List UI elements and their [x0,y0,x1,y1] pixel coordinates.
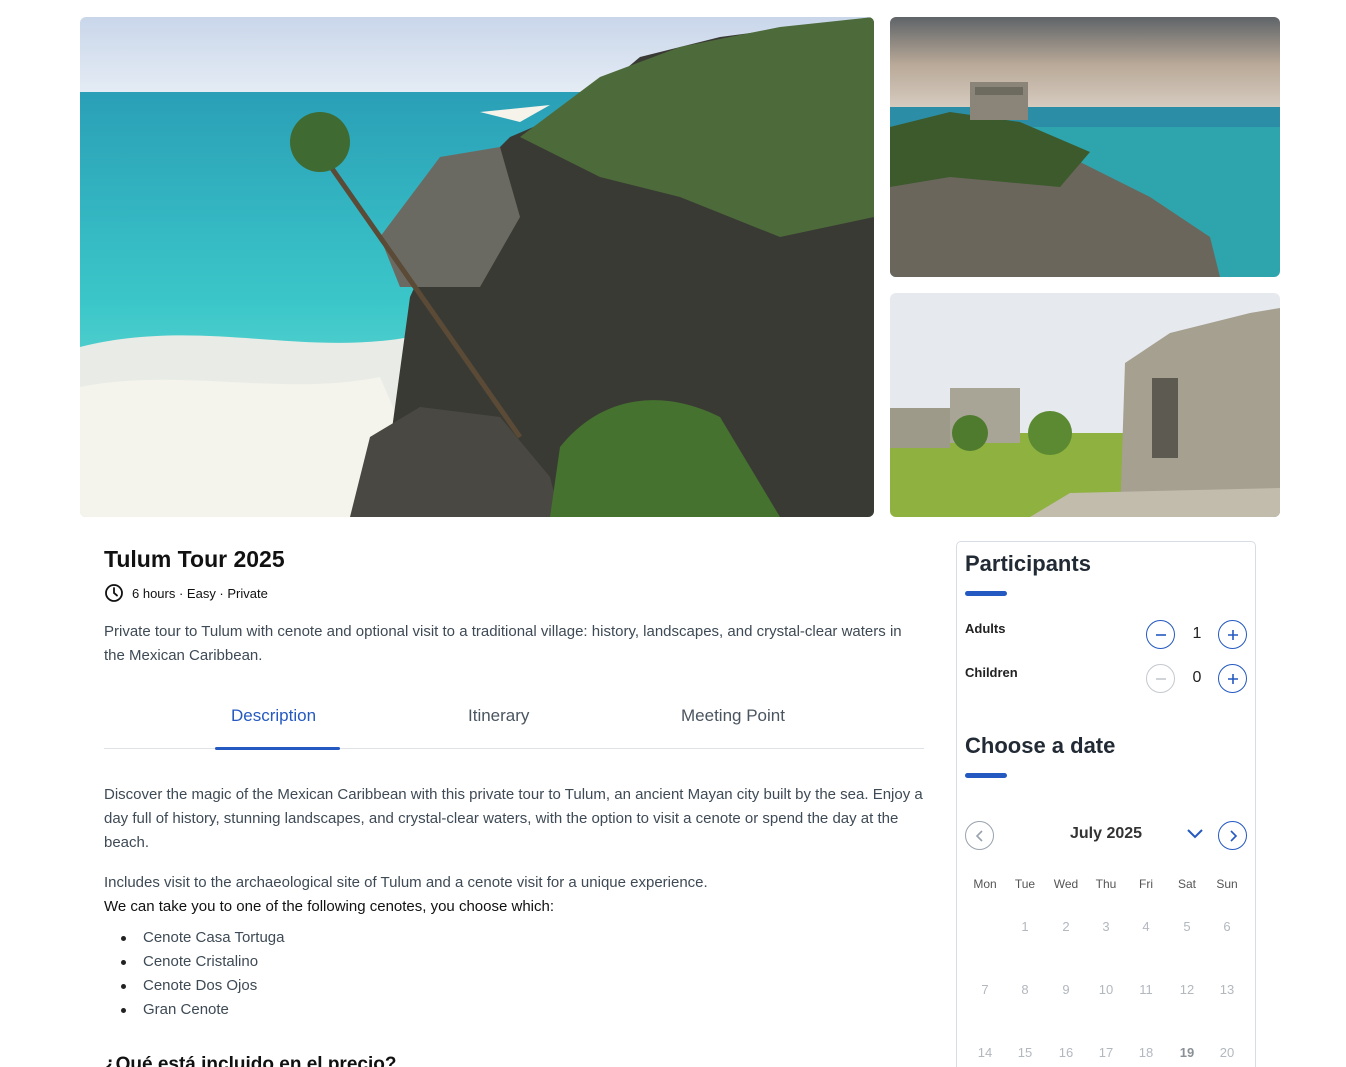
tab-description[interactable]: Description [231,706,316,726]
children-increment-button[interactable] [1218,664,1247,693]
weekday-label: Tue [1014,877,1036,891]
weekday-label: Thu [1095,877,1117,891]
active-tab-indicator [215,747,340,750]
calendar-day[interactable]: 15 [1005,1045,1045,1060]
calendar-day[interactable]: 13 [1207,982,1247,997]
weekday-label: Wed [1053,877,1079,891]
month-dropdown[interactable] [1186,827,1204,845]
description-choose: We can take you to one of the following … [104,898,554,915]
calendar-day[interactable]: 3 [1086,919,1126,934]
calendar-day[interactable]: 11 [1126,982,1166,997]
calendar-day[interactable]: 10 [1086,982,1126,997]
gallery-photo-ruins-field[interactable] [890,293,1280,517]
chevron-right-icon [1229,829,1237,842]
tour-summary: Private tour to Tulum with cenote and op… [104,623,902,664]
calendar-day[interactable]: 7 [965,982,1005,997]
next-month-button[interactable] [1218,821,1247,850]
tab-bar: Description Itinerary Meeting Point [104,698,924,750]
tab-itinerary[interactable]: Itinerary [468,706,529,726]
calendar-day[interactable]: 4 [1126,919,1166,934]
list-item: Cenote Cristalino [104,950,924,974]
calendar-day[interactable]: 8 [1005,982,1045,997]
tour-details: Tulum Tour 2025 6 hours · Easy · Private… [104,540,924,1067]
calendar-day[interactable]: 16 [1046,1045,1086,1060]
description-includes: Includes visit to the archaeological sit… [104,874,708,891]
calendar-month: July 2025 [1070,825,1143,842]
tour-meta: 6 hours · Easy · Private [104,583,924,603]
calendar-day[interactable]: 14 [965,1045,1005,1060]
description-content: Discover the magic of the Mexican Caribb… [104,783,924,919]
minus-icon [1155,677,1166,680]
list-item: Cenote Dos Ojos [104,974,924,998]
adults-increment-button[interactable] [1218,620,1247,649]
children-label: Children [965,665,1018,680]
clock-icon [105,584,123,602]
calendar-day[interactable]: 20 [1207,1045,1247,1060]
chevron-down-icon [1187,829,1203,839]
weekday-label: Sat [1177,877,1196,891]
children-decrement-button[interactable] [1146,664,1175,693]
weekday-label: Sun [1216,877,1238,891]
chevron-left-icon [975,829,983,842]
description-intro: Discover the magic of the Mexican Caribb… [104,786,923,851]
heading-accent-bar [965,591,1007,596]
calendar-day[interactable]: 5 [1167,919,1207,934]
main-gallery-photo[interactable] [80,17,874,517]
calendar-day[interactable]: 6 [1207,919,1247,934]
calendar-day[interactable]: 17 [1086,1045,1126,1060]
gallery-photo-ruins-cliff[interactable] [890,17,1280,277]
list-item: Cenote Casa Tortuga [104,926,924,950]
weekday-label: Mon [973,877,997,891]
adults-label: Adults [965,621,1006,636]
children-count: 0 [1192,669,1202,686]
included-heading: ¿Qué está incluido en el precio? [104,1054,397,1067]
tab-meeting-point[interactable]: Meeting Point [681,706,785,726]
adults-decrement-button[interactable] [1146,620,1175,649]
tour-title: Tulum Tour 2025 [104,546,285,572]
plus-icon [1227,673,1238,684]
calendar-day[interactable]: 12 [1167,982,1207,997]
calendar-day[interactable]: 18 [1126,1045,1166,1060]
minus-icon [1155,633,1166,636]
plus-icon [1227,629,1238,640]
list-item: Gran Cenote [104,998,924,1022]
calendar-day[interactable]: 1 [1005,919,1045,934]
calendar-day[interactable]: 9 [1046,982,1086,997]
choose-date-heading: Choose a date [965,733,1116,758]
booking-panel: Participants Adults 1 Children 0 Choose … [956,541,1256,1067]
calendar-day[interactable]: 2 [1046,919,1086,934]
calendar-day-today[interactable]: 19 [1167,1045,1207,1060]
weekday-label: Fri [1139,877,1153,891]
cenote-list: Cenote Casa Tortuga Cenote Cristalino Ce… [104,926,924,1022]
tour-meta-text: 6 hours · Easy · Private [132,585,268,601]
participants-heading: Participants [965,551,1091,576]
adults-count: 1 [1192,625,1202,642]
heading-accent-bar [965,773,1007,778]
previous-month-button[interactable] [965,821,994,850]
